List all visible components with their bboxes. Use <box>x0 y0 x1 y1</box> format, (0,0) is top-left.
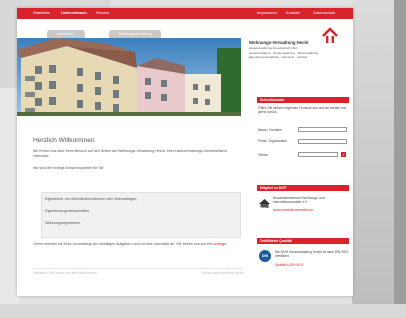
logo-name: Wohnungs-Verwaltung Hecht <box>249 40 309 45</box>
list-item-text: Eigentümer von Mehrfamilienhäusern oder … <box>45 197 138 201</box>
page-title: Herzlich Willkommen <box>33 137 95 144</box>
field-label-phone: Telefon <box>258 153 269 157</box>
bvfi-logo: BVFI <box>259 197 270 210</box>
list-item-text: Eigentümergemeinschaften, <box>45 209 90 213</box>
tab-immobilien[interactable]: Immobilien <box>47 30 85 38</box>
outro-text: Gerne nehmen wir Ihnen zuverlässig die v… <box>33 242 213 246</box>
inquiry-link[interactable]: Anfrage. <box>214 242 228 246</box>
bvfi-logo-text: BVFI <box>260 206 267 210</box>
field-label-company: Firma / Organisation <box>258 139 287 143</box>
outro-paragraph: Gerne nehmen wir Ihnen zuverlässig die v… <box>33 242 241 247</box>
nav-link-service[interactable]: Service <box>96 10 109 15</box>
din-certification-badge: DIN <box>259 250 271 262</box>
list-item: · Eigentümergemeinschaften, <box>43 209 90 213</box>
nav-link-contact[interactable]: Kontakt <box>286 10 300 15</box>
quick-contact-intro: Füllen Sie einfach folgendes Formular au… <box>258 106 347 114</box>
member-link[interactable]: www.immobilienverwalter.de <box>273 208 313 212</box>
field-label-name: Name / Vorname <box>258 128 282 132</box>
quality-text: Die WVH Hausverwaltung GmbH ist nach DIN… <box>275 250 349 258</box>
footer-divider <box>33 268 243 269</box>
list-item: · Wohnungseigentümer. <box>43 221 82 225</box>
logo-tagline: Hausverwaltung · Sondereigentum · Mietve… <box>249 51 318 59</box>
list-item-text: Wohnungseigentümer. <box>45 221 82 225</box>
phone-field[interactable] <box>298 152 338 157</box>
nav-link-imprint[interactable]: Impressum <box>257 10 277 15</box>
quality-heading: Zertifizierte Qualität <box>257 238 349 244</box>
member-text: Bundesfachverband Wohnungs- und Immobili… <box>273 196 325 204</box>
house-logo-icon <box>322 27 338 43</box>
quick-contact-heading: Schnellkontakt <box>257 97 349 103</box>
logo-subtitle: Hausverwaltungs-Gesellschaft mbH <box>249 46 297 50</box>
top-navigation: Startseite Unternehmen Service Impressum… <box>17 8 353 19</box>
logo-tagline-line-2: Eigentümerverwaltung · Hannover · Herfor… <box>249 54 308 59</box>
footer-left-text: Startseite · Wir freuen uns über Ihren B… <box>33 271 97 275</box>
lead-paragraph: Wir sind der richtige Ansprechpartner fü… <box>33 166 104 170</box>
nav-link-company[interactable]: Unternehmen <box>61 10 87 15</box>
tab-wohnungsverwaltung[interactable]: Wohnungsverwaltung <box>109 30 161 38</box>
member-heading: Mitglied im BVFI <box>257 185 349 191</box>
nav-link-home[interactable]: Startseite <box>33 10 50 15</box>
hero-image <box>17 38 241 116</box>
company-field[interactable] <box>298 139 347 144</box>
quality-link[interactable]: Qualität & DIN 9001 <box>275 263 303 267</box>
name-field[interactable] <box>298 127 347 132</box>
submit-button[interactable]: » <box>341 152 346 157</box>
intro-paragraph: Wir freuen uns über Ihren Besuch auf den… <box>33 149 228 158</box>
list-item: · Eigentümer von Mehrfamilienhäusern ode… <box>43 197 138 201</box>
nav-link-privacy[interactable]: Datenschutz <box>313 10 335 15</box>
company-logo[interactable]: Wohnungs-Verwaltung Hecht Hausverwaltung… <box>249 26 349 76</box>
background-right-bar <box>394 0 406 318</box>
website-page: Startseite Unternehmen Service Impressum… <box>17 8 353 296</box>
background-bottom <box>0 304 406 318</box>
footer-right-text: Wohnungs-Verwaltung Hecht <box>202 271 244 275</box>
